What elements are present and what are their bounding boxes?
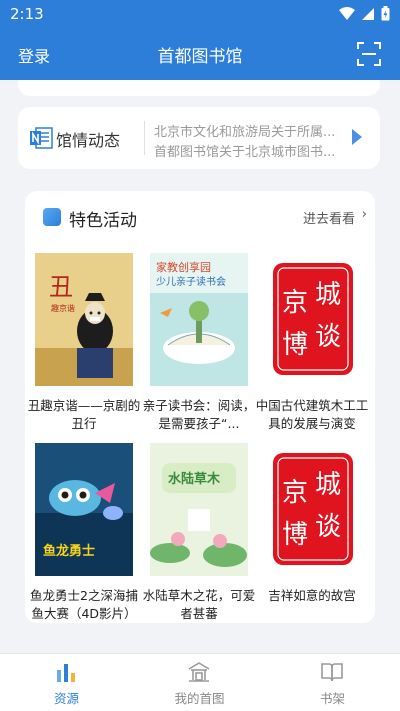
botan-char: 谈 bbox=[315, 512, 341, 542]
flower-poster-title: 水陆草木 bbox=[168, 471, 221, 487]
botan-char: 谈 bbox=[315, 322, 341, 352]
botan-char: 城 bbox=[315, 470, 341, 500]
film-poster-title: 鱼龙勇士 bbox=[43, 543, 95, 559]
reading-poster-subtitle: 少儿亲子读书会 bbox=[156, 275, 226, 288]
opera-poster: 丑 趣京谐 bbox=[35, 253, 133, 386]
botan-char: 城 bbox=[315, 280, 341, 310]
status-bar: 2:13 bbox=[0, 0, 400, 28]
play-arrow-icon[interactable] bbox=[352, 129, 362, 145]
activities-card: 特色活动 进去看看 › 丑 趣京谐 丑趣京谐——京剧的丑行 家教创享园 少儿亲子… bbox=[25, 191, 375, 623]
tab-label: 我的首图 bbox=[174, 691, 225, 706]
opera-poster-subtext: 趣京谐 bbox=[51, 303, 75, 313]
status-time: 2:13 bbox=[10, 5, 44, 23]
activity-title: 亲子读书会：阅读，是需要孩子“... bbox=[142, 398, 256, 431]
activity-title: 丑趣京谐——京剧的丑行 bbox=[27, 398, 141, 431]
activity-title: 水陆草木之花，可爱者甚蕃 bbox=[142, 588, 256, 621]
book-icon bbox=[321, 663, 343, 682]
flower-poster: 水陆草木 bbox=[150, 443, 248, 576]
battery-icon bbox=[381, 6, 390, 21]
square-icon bbox=[43, 208, 61, 226]
chevron-right-icon[interactable]: › bbox=[362, 207, 367, 222]
top-card bbox=[18, 80, 380, 96]
news-card[interactable]: 馆情动态 北京市文化和旅游局关于所属... 首都图书馆关于北京城市图书... bbox=[18, 107, 380, 169]
opera-poster-text: 丑 bbox=[49, 273, 73, 301]
reading-poster-title: 家教创享园 bbox=[156, 260, 211, 274]
tab-resources[interactable]: 资源 bbox=[0, 654, 133, 711]
status-icons bbox=[339, 6, 390, 21]
botan-char: 博 bbox=[282, 520, 308, 550]
botan-char: 京 bbox=[282, 288, 308, 318]
tab-label: 资源 bbox=[53, 691, 79, 706]
activity-title: 鱼龙勇士2之深海捕鱼大赛（4D影片） bbox=[30, 588, 138, 621]
jingcheng-botan-poster: 京 城 博 谈 bbox=[263, 443, 361, 576]
scan-icon[interactable] bbox=[356, 41, 382, 67]
bottom-tab-bar: 资源 我的首图 书架 bbox=[0, 653, 400, 711]
jingcheng-botan-poster: 京 城 博 谈 bbox=[263, 253, 361, 386]
film-poster: 鱼龙勇士 bbox=[35, 443, 133, 576]
activity-title: 中国古代建筑木工工具的发展与演变 bbox=[255, 398, 369, 431]
tab-bookshelf[interactable]: 书架 bbox=[266, 654, 399, 711]
news-label: 馆情动态 bbox=[56, 131, 121, 150]
news-item[interactable]: 首都图书馆关于北京城市图书... bbox=[154, 141, 350, 160]
news-divider bbox=[144, 121, 145, 155]
view-more-link[interactable]: 进去看看 bbox=[303, 208, 355, 227]
app-header: 登录 首都图书馆 bbox=[0, 28, 400, 80]
activity-title: 吉祥如意的故宫 bbox=[268, 588, 356, 603]
reading-poster: 家教创享园 少儿亲子读书会 bbox=[150, 253, 248, 386]
news-item[interactable]: 北京市文化和旅游局关于所属... bbox=[154, 121, 350, 140]
news-logo-icon bbox=[30, 127, 53, 149]
building-icon bbox=[188, 662, 210, 682]
section-title: 特色活动 bbox=[69, 211, 137, 231]
signal-icon bbox=[362, 7, 374, 20]
tab-my-library[interactable]: 我的首图 bbox=[133, 654, 266, 711]
tab-label: 书架 bbox=[319, 691, 345, 706]
page-title: 首都图书馆 bbox=[157, 47, 243, 67]
botan-char: 京 bbox=[282, 478, 308, 508]
wifi-icon bbox=[339, 6, 355, 20]
bar-chart-icon bbox=[57, 664, 75, 682]
botan-char: 博 bbox=[282, 330, 308, 360]
